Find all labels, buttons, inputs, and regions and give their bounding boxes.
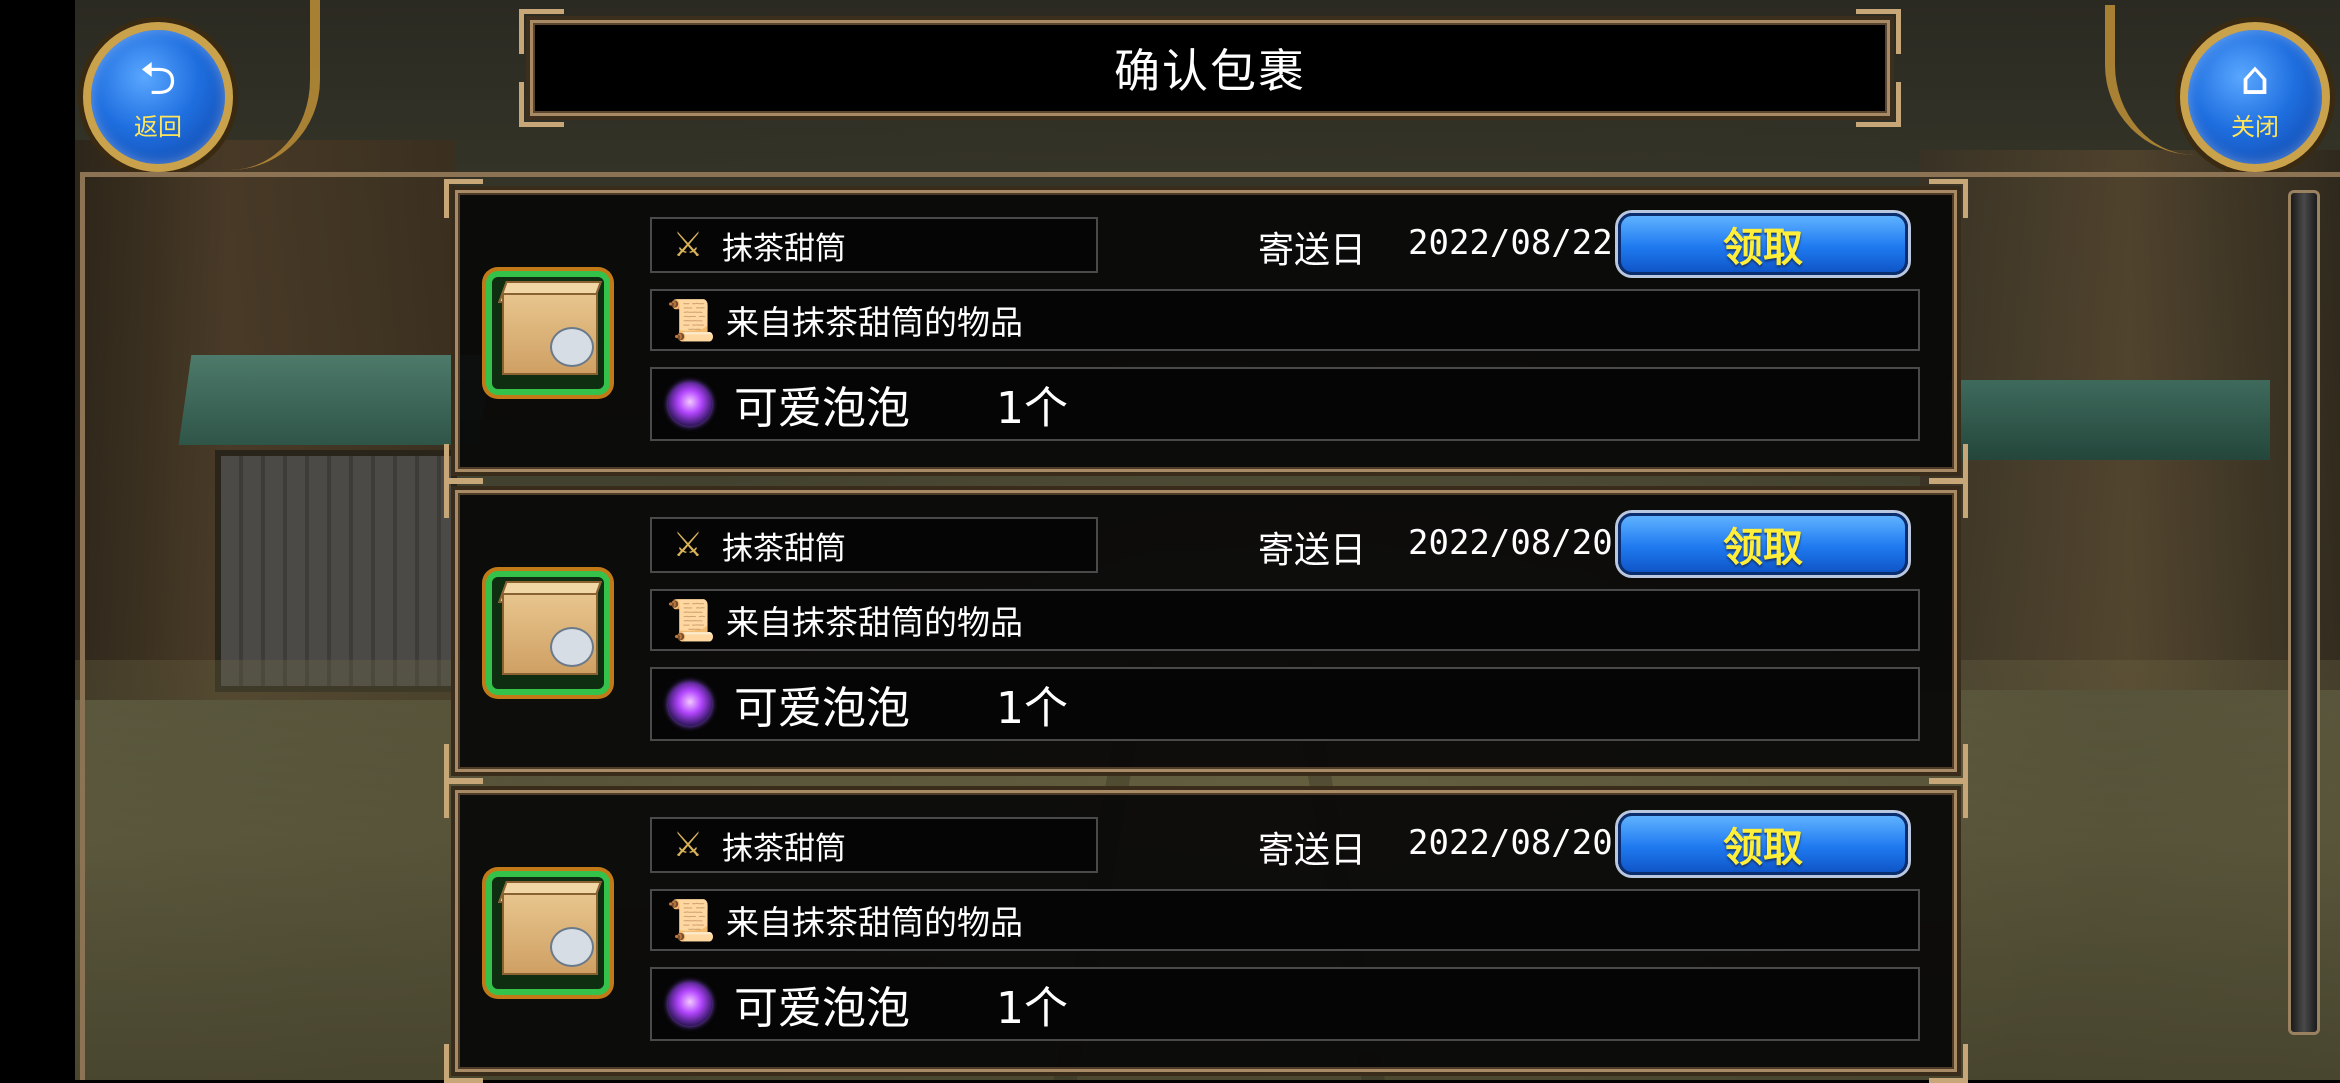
frame-corner: [444, 444, 483, 483]
message-text: 来自抹茶甜筒的物品: [726, 903, 1023, 942]
sword-shield-icon: ⚔: [672, 525, 704, 565]
send-date-label: 寄送日: [1258, 230, 1367, 271]
send-date-value: 2022/08/22: [1408, 223, 1613, 263]
package-box-icon: [486, 271, 610, 395]
item-quantity: 1个: [996, 983, 1068, 1034]
sender-name: 抹茶甜筒: [722, 230, 846, 267]
frame-corner: [444, 179, 483, 218]
send-date-label: 寄送日: [1258, 530, 1367, 571]
frame-corner: [444, 744, 483, 783]
frame-corner: [1929, 479, 1968, 518]
item-field: 可爱泡泡 1个: [650, 667, 1920, 741]
claim-button[interactable]: 领取: [1618, 813, 1908, 875]
page-title: 确认包裹: [1114, 44, 1306, 98]
sender-name: 抹茶甜筒: [722, 530, 846, 567]
claim-button[interactable]: 领取: [1618, 213, 1908, 275]
sender-field: ⚔ 抹茶甜筒: [650, 517, 1098, 573]
sword-shield-icon: ⚔: [672, 225, 704, 265]
claim-button[interactable]: 领取: [1618, 513, 1908, 575]
back-button-label: 返回: [134, 112, 182, 141]
package-box-icon: [486, 871, 610, 995]
item-field: 可爱泡泡 1个: [650, 967, 1920, 1041]
scroll-letter-icon: 📜: [666, 597, 716, 644]
package-box-icon: [486, 571, 610, 695]
message-text: 来自抹茶甜筒的物品: [726, 603, 1023, 642]
frame-corner: [1856, 82, 1901, 127]
frame-corner: [444, 779, 483, 818]
parcel-list-scrollbar[interactable]: [2288, 190, 2320, 1035]
message-field: 📜 来自抹茶甜筒的物品: [650, 589, 1920, 651]
scroll-letter-icon: 📜: [666, 297, 716, 344]
item-name: 可爱泡泡: [734, 983, 910, 1034]
frame-corner: [519, 9, 564, 54]
item-field: 可爱泡泡 1个: [650, 367, 1920, 441]
message-text: 来自抹茶甜筒的物品: [726, 303, 1023, 342]
send-date-value: 2022/08/20: [1408, 823, 1613, 863]
frame-corner: [1856, 9, 1901, 54]
send-date-label: 寄送日: [1258, 830, 1367, 871]
sword-shield-icon: ⚔: [672, 825, 704, 865]
close-button-label: 关闭: [2231, 112, 2279, 141]
scroll-letter-icon: 📜: [666, 897, 716, 944]
purple-orb-icon: [668, 682, 712, 726]
frame-corner: [1929, 779, 1968, 818]
title-bar: 确认包裹: [519, 9, 1901, 127]
frame-corner: [444, 479, 483, 518]
item-name: 可爱泡泡: [734, 383, 910, 434]
parcel-card: ⚔ 抹茶甜筒 寄送日 2022/08/20 领取 📜 来自抹茶甜筒的物品 可爱泡…: [444, 479, 1968, 783]
item-quantity: 1个: [996, 683, 1068, 734]
frame-corner: [1929, 179, 1968, 218]
frame-corner: [444, 1044, 483, 1083]
sender-field: ⚔ 抹茶甜筒: [650, 217, 1098, 273]
back-button[interactable]: ⮌ 返回: [83, 22, 233, 172]
frame-corner: [1929, 444, 1968, 483]
send-date-value: 2022/08/20: [1408, 523, 1613, 563]
frame-corner: [1929, 1044, 1968, 1083]
item-name: 可爱泡泡: [734, 683, 910, 734]
purple-orb-icon: [668, 382, 712, 426]
item-quantity: 1个: [996, 383, 1068, 434]
frame-corner: [1929, 744, 1968, 783]
parcel-card: ⚔ 抹茶甜筒 寄送日 2022/08/22 领取 📜 来自抹茶甜筒的物品 可爱泡…: [444, 179, 1968, 483]
close-button[interactable]: ⌂ 关闭: [2180, 22, 2330, 172]
back-arrow-icon: ⮌: [139, 50, 177, 105]
purple-orb-icon: [668, 982, 712, 1026]
frame-corner: [519, 82, 564, 127]
home-icon: ⌂: [2240, 50, 2270, 105]
message-field: 📜 来自抹茶甜筒的物品: [650, 289, 1920, 351]
parcel-card: ⚔ 抹茶甜筒 寄送日 2022/08/20 领取 📜 来自抹茶甜筒的物品 可爱泡…: [444, 779, 1968, 1083]
sender-name: 抹茶甜筒: [722, 830, 846, 867]
sender-field: ⚔ 抹茶甜筒: [650, 817, 1098, 873]
message-field: 📜 来自抹茶甜筒的物品: [650, 889, 1920, 951]
